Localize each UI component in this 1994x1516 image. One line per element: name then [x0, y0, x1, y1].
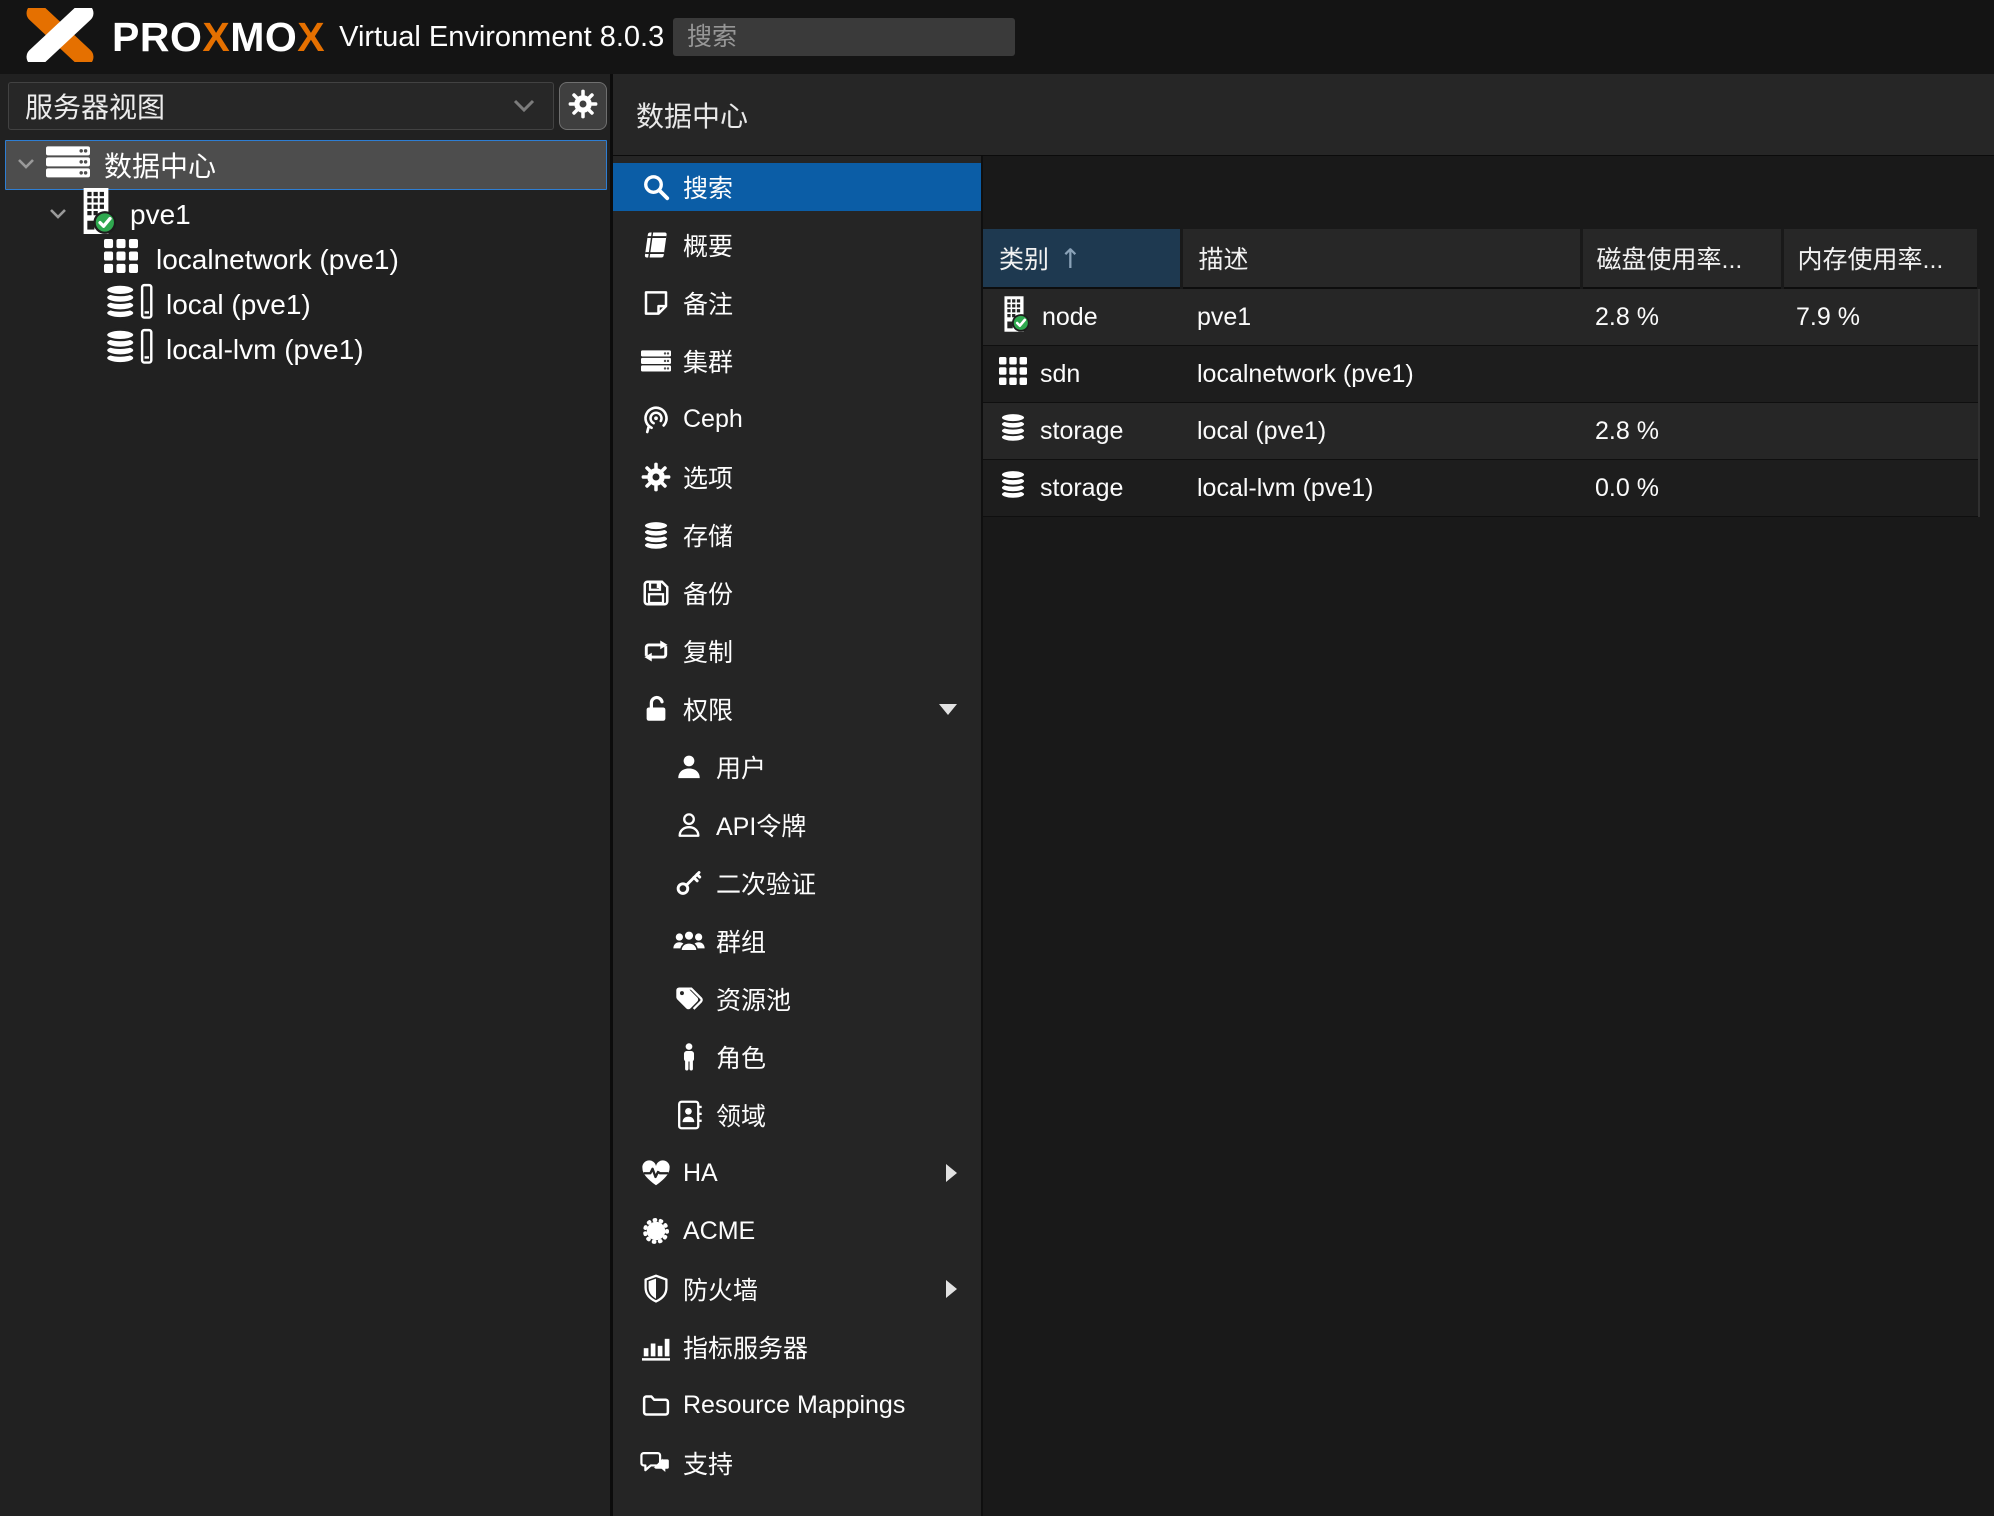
book-icon: [637, 227, 675, 263]
menu-item-pools[interactable]: 资源池: [613, 970, 981, 1028]
column-header-memory-usage[interactable]: 内存使用率...: [1782, 229, 1980, 289]
server-icon: [637, 343, 675, 379]
menu-item-search[interactable]: 搜索: [613, 158, 981, 216]
user-icon: [670, 749, 708, 785]
page-title: 数据中心: [613, 74, 1994, 156]
shield-icon: [637, 1271, 675, 1307]
search-results-table: 类别 ↑ 描述 磁盘使用率... 内存使用率... node pve1 2.8 %…: [983, 229, 1980, 517]
tree-item-storage-local-lvm[interactable]: local-lvm (pve1): [0, 327, 610, 372]
node-building-check-icon: [999, 295, 1030, 339]
database-icon: [999, 412, 1027, 450]
tree-item-datacenter[interactable]: 数据中心: [5, 140, 607, 190]
caret-down-icon[interactable]: [46, 199, 70, 231]
search-input[interactable]: [673, 18, 1015, 56]
top-header: PROXMOX Virtual Environment 8.0.3: [0, 0, 1994, 74]
menu-item-roles[interactable]: 角色: [613, 1028, 981, 1086]
ceph-icon: [637, 401, 675, 437]
storage-drive-icon: [104, 327, 154, 372]
sdn-grid-icon: [104, 239, 138, 280]
sort-asc-icon: ↑: [1059, 244, 1082, 275]
gear-icon: [637, 459, 675, 495]
menu-item-ceph[interactable]: Ceph: [613, 390, 981, 448]
table-header-row: 类别 ↑ 描述 磁盘使用率... 内存使用率...: [983, 229, 1980, 289]
heartbeat-icon: [637, 1155, 675, 1191]
database-icon: [637, 517, 675, 553]
tree-item-label: localnetwork (pve1): [156, 243, 399, 275]
resource-tree: 数据中心 pve1 localnetwork (pve1) local (pve…: [0, 140, 610, 372]
menu-item-storage[interactable]: 存储: [613, 506, 981, 564]
table-row[interactable]: sdn localnetwork (pve1): [983, 345, 1979, 403]
expand-arrow-icon[interactable]: [946, 1164, 957, 1182]
expand-arrow-icon[interactable]: [946, 1280, 957, 1298]
sdn-grid-icon: [999, 356, 1027, 392]
caret-down-icon[interactable]: [14, 149, 38, 181]
server-icon: [46, 145, 90, 185]
collapse-arrow-icon[interactable]: [939, 703, 957, 715]
version-label: Virtual Environment 8.0.3: [339, 20, 665, 53]
tree-item-sdn-localnetwork[interactable]: localnetwork (pve1): [0, 237, 610, 282]
gear-icon: [568, 89, 598, 124]
column-header-description[interactable]: 描述: [1181, 229, 1583, 289]
menu-item-cluster[interactable]: 集群: [613, 332, 981, 390]
bar-chart-icon: [637, 1329, 675, 1365]
column-header-disk-usage[interactable]: 磁盘使用率...: [1581, 229, 1784, 289]
menu-item-backup[interactable]: 备份: [613, 564, 981, 622]
tree-item-node-pve1[interactable]: pve1: [0, 188, 610, 237]
menu-item-options[interactable]: 选项: [613, 448, 981, 506]
node-building-check-icon: [76, 188, 117, 241]
search-icon: [637, 169, 675, 205]
menu-item-groups[interactable]: 群组: [613, 912, 981, 970]
floppy-icon: [637, 575, 675, 611]
menu-item-acme[interactable]: ACME: [613, 1202, 981, 1260]
folder-icon: [637, 1387, 675, 1423]
datacenter-menu: 搜索 概要 备注 集群 Ceph 选项 存储 备份 复制 权限 用户 API令牌…: [613, 156, 981, 1516]
tags-icon: [670, 981, 708, 1017]
tree-settings-button[interactable]: [559, 82, 607, 130]
tree-item-label: local (pve1): [166, 288, 311, 320]
table-row[interactable]: storage local-lvm (pve1) 0.0 %: [983, 459, 1979, 517]
menu-item-two-factor[interactable]: 二次验证: [613, 854, 981, 912]
menu-item-permissions[interactable]: 权限: [613, 680, 981, 738]
search-results-area: 类别 ↑ 描述 磁盘使用率... 内存使用率... node pve1 2.8 %…: [983, 156, 1994, 1516]
column-header-type[interactable]: 类别 ↑: [983, 229, 1183, 289]
retweet-icon: [637, 633, 675, 669]
view-selector[interactable]: 服务器视图: [8, 82, 554, 130]
content-panel: 数据中心 搜索 概要 备注 集群 Ceph 选项 存储 备份 复制 权限 用户 …: [610, 74, 1994, 1516]
menu-item-summary[interactable]: 概要: [613, 216, 981, 274]
database-icon: [999, 469, 1027, 507]
key-icon: [670, 865, 708, 901]
unlock-icon: [637, 691, 675, 727]
brand-wordmark: PROXMOX: [112, 13, 326, 60]
tree-item-label: 数据中心: [104, 151, 217, 182]
tree-item-storage-local[interactable]: local (pve1): [0, 282, 610, 327]
address-book-icon: [670, 1097, 708, 1133]
menu-item-notes[interactable]: 备注: [613, 274, 981, 332]
person-icon: [670, 1039, 708, 1075]
menu-item-resource-mappings[interactable]: Resource Mappings: [613, 1376, 981, 1434]
note-icon: [637, 285, 675, 321]
menu-item-ha[interactable]: HA: [613, 1144, 981, 1202]
menu-item-metric-server[interactable]: 指标服务器: [613, 1318, 981, 1376]
table-row[interactable]: node pve1 2.8 % 7.9 %: [983, 288, 1979, 346]
menu-item-realms[interactable]: 领域: [613, 1086, 981, 1144]
resource-tree-panel: 服务器视图 数据中心 pve1 localnetwork (pve1) loca…: [0, 74, 610, 1516]
view-selector-value: 服务器视图: [25, 92, 166, 123]
comments-icon: [637, 1445, 675, 1481]
menu-item-users[interactable]: 用户: [613, 738, 981, 796]
menu-item-replication[interactable]: 复制: [613, 622, 981, 680]
tree-item-label: pve1: [130, 198, 191, 230]
proxmox-logo-icon: [14, 2, 106, 67]
user-outline-icon: [670, 807, 708, 843]
chevron-down-icon: [511, 90, 537, 122]
menu-item-api-tokens[interactable]: API令牌: [613, 796, 981, 854]
storage-drive-icon: [104, 282, 154, 327]
table-row[interactable]: storage local (pve1) 2.8 %: [983, 402, 1979, 460]
users-icon: [670, 923, 708, 959]
menu-item-support[interactable]: 支持: [613, 1434, 981, 1492]
tree-item-label: local-lvm (pve1): [166, 333, 364, 365]
seal-icon: [637, 1213, 675, 1249]
menu-item-firewall[interactable]: 防火墙: [613, 1260, 981, 1318]
